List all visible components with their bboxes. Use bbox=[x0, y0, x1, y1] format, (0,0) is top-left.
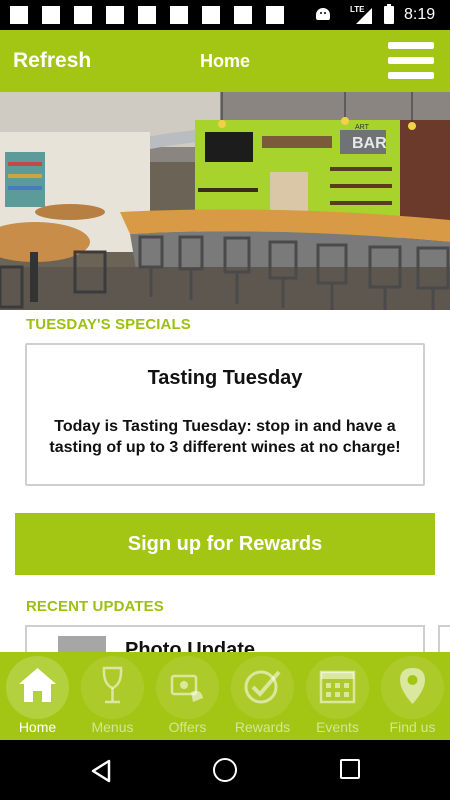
notification-icon bbox=[138, 6, 156, 24]
tab-label: Home bbox=[18, 719, 57, 735]
tab-label: Menus bbox=[91, 719, 134, 735]
signal-icon bbox=[356, 8, 372, 24]
notification-icon bbox=[74, 6, 92, 24]
tab-offers[interactable]: Offers bbox=[150, 652, 225, 740]
page-title: Home bbox=[199, 51, 250, 71]
bar-sign: BAR bbox=[352, 135, 387, 152]
tab-events[interactable]: Events bbox=[300, 652, 375, 740]
notification-icon bbox=[202, 6, 220, 24]
notification-icon bbox=[234, 6, 252, 24]
notification-icon bbox=[10, 6, 28, 24]
recent-apps-icon[interactable] bbox=[340, 759, 360, 779]
home-icon bbox=[19, 668, 56, 702]
notification-icon bbox=[170, 6, 188, 24]
tab-label: Offers bbox=[168, 719, 207, 735]
tab-rewards[interactable]: Rewards bbox=[225, 652, 300, 740]
home-nav-icon[interactable] bbox=[213, 758, 237, 782]
tab-label: Rewards bbox=[234, 719, 291, 735]
offers-icon bbox=[170, 674, 203, 702]
tab-menus[interactable]: Menus bbox=[75, 652, 150, 740]
sign-up-rewards-button[interactable]: Sign up for Rewards bbox=[15, 513, 435, 575]
bar-sign-prefix: ART bbox=[355, 124, 370, 131]
tab-label: Events bbox=[316, 719, 359, 735]
app-bar: Refresh Home bbox=[0, 30, 450, 92]
recent-updates-section-title: RECENT UPDATES bbox=[26, 598, 164, 615]
bottom-tab-bar: Home Menus Offers Rewards Events Find us bbox=[0, 652, 450, 740]
tab-find-us[interactable]: Find us bbox=[375, 652, 450, 740]
special-card[interactable]: Tasting Tuesday Today is Tasting Tuesday… bbox=[25, 343, 425, 486]
hamburger-menu-icon[interactable] bbox=[388, 42, 434, 80]
wine-glass-icon bbox=[102, 666, 123, 704]
notification-icon bbox=[106, 6, 124, 24]
notification-icon bbox=[266, 6, 284, 24]
system-navigation-bar bbox=[0, 740, 450, 800]
calendar-icon bbox=[319, 670, 356, 704]
status-bar: LTE 8:19 bbox=[0, 0, 450, 30]
special-description: Today is Tasting Tuesday: stop in and ha… bbox=[49, 418, 401, 456]
map-pin-icon bbox=[400, 668, 425, 704]
special-title: Tasting Tuesday bbox=[147, 367, 303, 389]
checkmark-icon bbox=[244, 670, 281, 704]
notification-icon bbox=[42, 6, 60, 24]
hero-image: BAR ART bbox=[0, 92, 450, 310]
android-debug-icon bbox=[316, 8, 330, 20]
status-time: 8:19 bbox=[404, 6, 436, 23]
specials-section-title: TUESDAY'S SPECIALS bbox=[26, 316, 191, 333]
tab-home[interactable]: Home bbox=[0, 652, 75, 740]
tab-label: Find us bbox=[389, 719, 436, 735]
battery-icon bbox=[384, 4, 394, 24]
back-icon[interactable] bbox=[90, 759, 112, 783]
